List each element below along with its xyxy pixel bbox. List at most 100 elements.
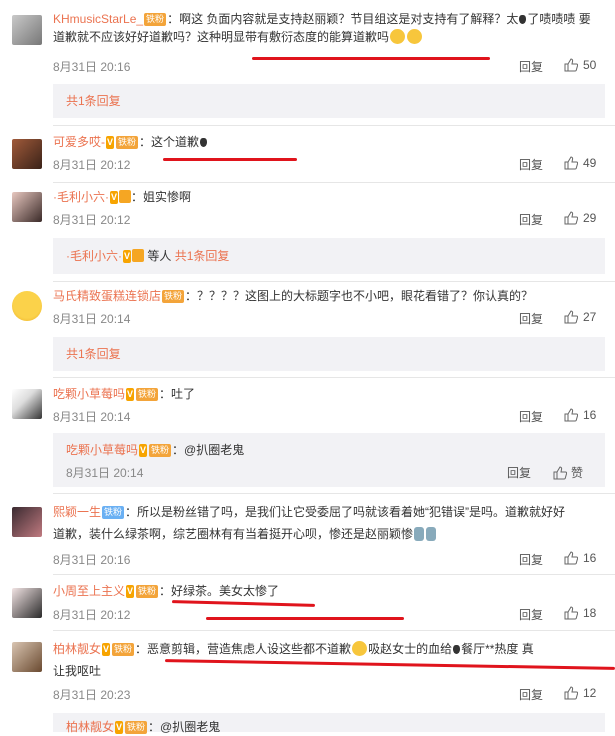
avatar[interactable] [12,588,42,618]
thumbs-up-icon [564,156,578,170]
username[interactable]: ·毛利小六· [53,190,109,204]
sub-username[interactable]: 吃颗小草莓吗 [66,443,138,457]
fan-badge: 铁粉 [149,444,172,457]
reply-button[interactable]: 回复 [519,408,543,425]
timestamp: 8月31日 20:16 [53,60,131,74]
sub-reply-box: 共1条回复 [53,84,605,118]
username[interactable]: 熙颖一生 [53,505,101,519]
red-underline [163,158,297,161]
vip-badge-icon: V [115,721,124,734]
thumbs-up-icon [564,686,578,700]
timestamp: 8月31日 20:14 [53,312,131,326]
crying-emoji-icon [414,527,425,541]
username[interactable]: 马氏精致蛋糕连锁店 [53,289,161,303]
fan-badge: 铁粉 [112,643,135,656]
like-button[interactable]: 29 [564,211,596,225]
like-count: 29 [583,211,597,225]
vip-badge-icon: V [123,250,132,263]
thumbs-up-icon [564,211,578,225]
avatar[interactable] [12,139,42,169]
avatar[interactable] [12,389,42,419]
comment-3: ·毛利小六· V ：姐实惨啊 8月31日 20:12 回复 29 ·毛利小六· V 等… [0,182,615,281]
username[interactable]: 小周至上主义 [53,584,125,598]
reply-button[interactable]: 回复 [519,211,543,228]
reply-button[interactable]: 回复 [519,310,543,327]
bomb-emoji-icon [453,645,461,654]
sub-reply-box: ·毛利小六· V 等人 共1条回复 [53,238,605,274]
fan-badge: 铁粉 [116,136,139,149]
like-count: 50 [583,58,597,72]
like-button[interactable]: 16 [564,408,596,422]
fan-badge: 铁粉 [125,721,148,734]
comment-text: KHmusicStarLe_ 铁粉 ：啊这 负面内容就是支持赵丽颖？节目组这是对支持… [53,12,591,44]
comment-7: 小周至上主义 V 铁粉 ：好绿茶。美女太惨了 8月31日 20:12 回复 18 [0,574,615,630]
expand-replies-link[interactable]: 共1条回复 [66,347,121,361]
comment-text: 马氏精致蛋糕连锁店 铁粉 ：？？？？这图上的大标题字也不小吧，眼花看错了？你认真的？ [53,289,534,303]
fan-badge: 铁粉 [136,585,159,598]
fan-badge: 铁粉 [162,290,185,303]
avatar[interactable] [12,291,42,321]
sub-username[interactable]: ·毛利小六· [66,249,122,263]
expand-replies-link[interactable]: 共1条回复 [66,94,121,108]
like-button[interactable]: 27 [564,310,596,324]
comment-text: 熙颖一生 铁粉 ：所以是粉丝错了吗，是我们让它受委屈了吗就该看着她“犯错误”是吗。道… [53,505,566,541]
like-button[interactable]: 18 [564,606,596,620]
sweat-smile-emoji-icon [390,29,406,44]
bomb-emoji-icon [200,138,208,147]
like-count: 16 [583,408,597,422]
like-count: 49 [583,156,597,170]
timestamp: 8月31日 20:12 [53,608,131,622]
comment-text: 小周至上主义 V 铁粉 ：好绿茶。美女太惨了 [53,584,280,598]
sub-like-button[interactable]: 赞 [553,464,583,482]
like-button[interactable]: 49 [564,156,596,170]
comment-1: KHmusicStarLe_ 铁粉 ：啊这 负面内容就是支持赵丽颖？节目组这是对支持… [0,0,615,118]
red-underline [171,600,316,607]
medal-icon [132,249,145,262]
thumbs-up-icon [564,310,578,324]
thumbs-up-icon [564,606,578,620]
like-button[interactable]: 16 [564,551,596,565]
comment-text: 可爱多哎- V 铁粉 ：这个道歉 [53,133,595,151]
red-underline [206,617,404,620]
like-button[interactable]: 12 [564,686,596,700]
like-count: 16 [583,551,597,565]
sub-reply-box: 吃颗小草莓吗 V 铁粉 ：@扒圈老鬼 8月31日 20:14 回复 赞 [53,433,605,487]
fan-badge: 铁粉 [136,388,159,401]
sub-reply-box: 共1条回复 [53,337,605,371]
avatar[interactable] [12,15,42,45]
reply-button[interactable]: 回复 [519,551,543,568]
fan-badge: 铁粉 [102,506,125,519]
vip-badge-icon: V [106,136,115,149]
timestamp: 8月31日 20:12 [53,213,131,227]
red-underline [252,57,490,60]
avatar[interactable] [12,192,42,222]
comment-text: ·毛利小六· V ：姐实惨啊 [53,190,192,204]
username[interactable]: 可爱多哎- [53,135,105,149]
comment-4: 马氏精致蛋糕连锁店 铁粉 ：？？？？这图上的大标题字也不小吧，眼花看错了？你认真的？… [0,281,615,375]
avatar[interactable] [12,642,42,672]
like-count: 18 [583,606,597,620]
username[interactable]: KHmusicStarLe_ [53,12,143,26]
reply-button[interactable]: 回复 [519,58,543,75]
vip-badge-icon: V [126,585,135,598]
comment-text: 柏林靓女 V 铁粉 ：恶意剪辑，营造焦虑人设这些都不道歉 吸赵女士的血给 餐厅**热度 真… [53,641,534,678]
sub-timestamp: 8月31日 20:14 [66,466,144,480]
crying-emoji-icon [426,527,437,541]
timestamp: 8月31日 20:23 [53,688,131,702]
timestamp: 8月31日 20:16 [53,553,131,567]
avatar[interactable] [12,507,42,537]
like-button[interactable]: 50 [564,58,596,72]
reply-button[interactable]: 回复 [519,606,543,623]
reply-button[interactable]: 回复 [519,686,543,703]
timestamp: 8月31日 20:14 [53,410,131,424]
comment-2: 可爱多哎- V 铁粉 ：这个道歉 8月31日 20:12 回复 49 [0,125,615,182]
fan-badge: 铁粉 [144,13,167,26]
username[interactable]: 柏林靓女 [53,642,101,656]
reply-button[interactable]: 回复 [519,156,543,173]
comment-8: 柏林靓女 V 铁粉 ：恶意剪辑，营造焦虑人设这些都不道歉 吸赵女士的血给 餐厅**热度 真… [0,630,615,734]
bomb-emoji-icon [519,15,527,24]
smile-emoji-icon [352,641,368,656]
username[interactable]: 吃颗小草莓吗 [53,387,125,401]
expand-replies-link[interactable]: 共1条回复 [175,249,230,263]
sub-reply-button[interactable]: 回复 [507,464,531,482]
